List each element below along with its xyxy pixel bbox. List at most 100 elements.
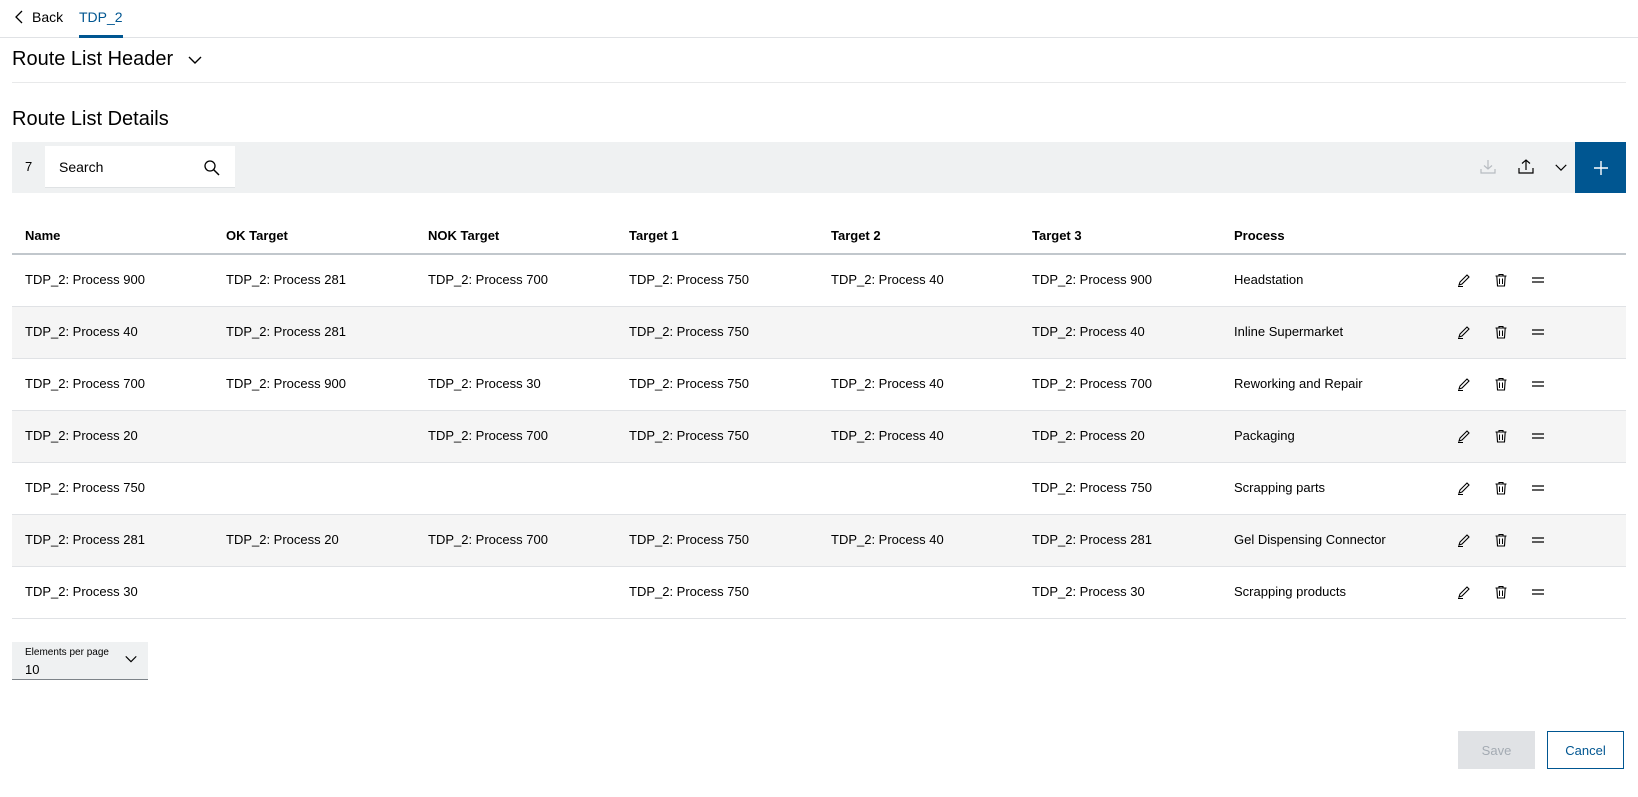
- cell-process: Scrapping parts: [1234, 480, 1326, 495]
- pencil-icon: [1458, 586, 1470, 599]
- top-bar: Back TDP_2: [0, 0, 1638, 38]
- table-row[interactable]: TDP_2: Process 40 TDP_2: Process 281 TDP_2…: [12, 307, 1626, 359]
- cell-process: Packaging: [1234, 428, 1295, 443]
- cell-ok-target: TDP_2: Process 900: [226, 376, 346, 391]
- edit-button[interactable]: [1454, 374, 1474, 394]
- edit-button[interactable]: [1454, 478, 1474, 498]
- table-row[interactable]: TDP_2: Process 900 TDP_2: Process 281 TDP_…: [12, 255, 1626, 307]
- cell-target-3: TDP_2: Process 750: [1032, 480, 1152, 495]
- section-divider: [12, 82, 1626, 83]
- table-row[interactable]: TDP_2: Process 20 TDP_2: Process 700 TDP_2…: [12, 411, 1626, 463]
- back-button[interactable]: Back: [14, 7, 63, 27]
- delete-button[interactable]: [1491, 478, 1511, 498]
- trash-icon: [1495, 481, 1507, 495]
- cell-ok-target: TDP_2: Process 281: [226, 272, 346, 287]
- more-options-button[interactable]: [1550, 156, 1572, 178]
- cell-target-1: TDP_2: Process 750: [629, 272, 749, 287]
- upload-button[interactable]: [1515, 156, 1537, 178]
- cell-name: TDP_2: Process 700: [25, 376, 145, 391]
- drag-handle-icon: [1532, 537, 1544, 543]
- cell-target-3: TDP_2: Process 281: [1032, 532, 1152, 547]
- drag-handle[interactable]: [1528, 426, 1548, 446]
- column-header-target-3[interactable]: Target 3: [1032, 228, 1082, 243]
- cell-target-1: TDP_2: Process 750: [629, 324, 749, 339]
- drag-handle-icon: [1532, 381, 1544, 387]
- pencil-icon: [1458, 430, 1470, 443]
- plus-icon: [1593, 160, 1608, 175]
- cancel-button[interactable]: Cancel: [1547, 731, 1624, 769]
- cell-nok-target: TDP_2: Process 700: [428, 532, 548, 547]
- delete-button[interactable]: [1491, 582, 1511, 602]
- drag-handle[interactable]: [1528, 270, 1548, 290]
- cell-target-1: TDP_2: Process 750: [629, 376, 749, 391]
- chevron-down-icon: [1555, 163, 1567, 171]
- route-list-header-title: Route List Header: [12, 48, 174, 70]
- search-icon[interactable]: [203, 159, 221, 177]
- table-row[interactable]: TDP_2: Process 700 TDP_2: Process 900 TDP_…: [12, 359, 1626, 411]
- tab-tdp-2[interactable]: TDP_2: [79, 0, 123, 38]
- route-list-details-title: Route List Details: [12, 108, 169, 130]
- table-body: TDP_2: Process 900 TDP_2: Process 281 TDP_…: [12, 255, 1626, 619]
- cell-ok-target: TDP_2: Process 281: [226, 324, 346, 339]
- chevron-down-icon: [188, 56, 202, 64]
- drag-handle[interactable]: [1528, 322, 1548, 342]
- delete-button[interactable]: [1491, 322, 1511, 342]
- cell-target-2: TDP_2: Process 40: [831, 532, 944, 547]
- cell-name: TDP_2: Process 20: [25, 428, 138, 443]
- pencil-icon: [1458, 378, 1470, 391]
- table-row[interactable]: TDP_2: Process 281 TDP_2: Process 20 TDP_2…: [12, 515, 1626, 567]
- trash-icon: [1495, 273, 1507, 287]
- delete-button[interactable]: [1491, 530, 1511, 550]
- column-header-name[interactable]: Name: [25, 228, 60, 243]
- cell-target-2: TDP_2: Process 40: [831, 272, 944, 287]
- drag-handle[interactable]: [1528, 478, 1548, 498]
- drag-handle[interactable]: [1528, 374, 1548, 394]
- trash-icon: [1495, 325, 1507, 339]
- drag-handle-icon: [1532, 485, 1544, 491]
- delete-button[interactable]: [1491, 270, 1511, 290]
- column-header-target-2[interactable]: Target 2: [831, 228, 881, 243]
- search-input[interactable]: [59, 158, 199, 175]
- column-header-target-1[interactable]: Target 1: [629, 228, 679, 243]
- table-toolbar: 7: [12, 142, 1626, 193]
- save-button[interactable]: Save: [1458, 731, 1535, 769]
- table-row[interactable]: TDP_2: Process 750 TDP_2: Process 750 Scra…: [12, 463, 1626, 515]
- add-row-button[interactable]: [1575, 142, 1626, 193]
- drag-handle[interactable]: [1528, 582, 1548, 602]
- drag-handle[interactable]: [1528, 530, 1548, 550]
- drag-handle-icon: [1532, 277, 1544, 283]
- download-button[interactable]: [1477, 156, 1499, 178]
- edit-button[interactable]: [1454, 322, 1474, 342]
- trash-icon: [1495, 585, 1507, 599]
- cell-name: TDP_2: Process 281: [25, 532, 145, 547]
- elements-per-page-select[interactable]: Elements per page 10: [12, 642, 148, 680]
- cell-process: Inline Supermarket: [1234, 324, 1344, 339]
- search-box: [45, 146, 235, 188]
- drag-handle-icon: [1532, 433, 1544, 439]
- column-header-process[interactable]: Process: [1234, 228, 1285, 243]
- chevron-left-icon: [15, 10, 23, 24]
- route-list-table: Name OK Target NOK Target Target 1 Targe…: [12, 218, 1626, 619]
- elements-per-page-label: Elements per page: [25, 647, 109, 658]
- edit-button[interactable]: [1454, 426, 1474, 446]
- delete-button[interactable]: [1491, 374, 1511, 394]
- edit-button[interactable]: [1454, 582, 1474, 602]
- cell-process: Scrapping products: [1234, 584, 1347, 599]
- download-icon: [1480, 160, 1496, 174]
- cell-target-2: TDP_2: Process 40: [831, 428, 944, 443]
- edit-button[interactable]: [1454, 530, 1474, 550]
- cell-ok-target: TDP_2: Process 20: [226, 532, 339, 547]
- cell-target-1: TDP_2: Process 750: [629, 532, 749, 547]
- route-list-header-toggle[interactable]: Route List Header: [12, 48, 203, 71]
- cell-target-1: TDP_2: Process 750: [629, 584, 749, 599]
- cell-nok-target: TDP_2: Process 30: [428, 376, 541, 391]
- column-header-nok-target[interactable]: NOK Target: [428, 228, 499, 243]
- pencil-icon: [1458, 482, 1470, 495]
- delete-button[interactable]: [1491, 426, 1511, 446]
- cell-name: TDP_2: Process 30: [25, 584, 138, 599]
- table-row[interactable]: TDP_2: Process 30 TDP_2: Process 750 TDP_2…: [12, 567, 1626, 619]
- cell-target-3: TDP_2: Process 900: [1032, 272, 1152, 287]
- edit-button[interactable]: [1454, 270, 1474, 290]
- column-header-ok-target[interactable]: OK Target: [226, 228, 288, 243]
- tab-label: TDP_2: [79, 9, 123, 25]
